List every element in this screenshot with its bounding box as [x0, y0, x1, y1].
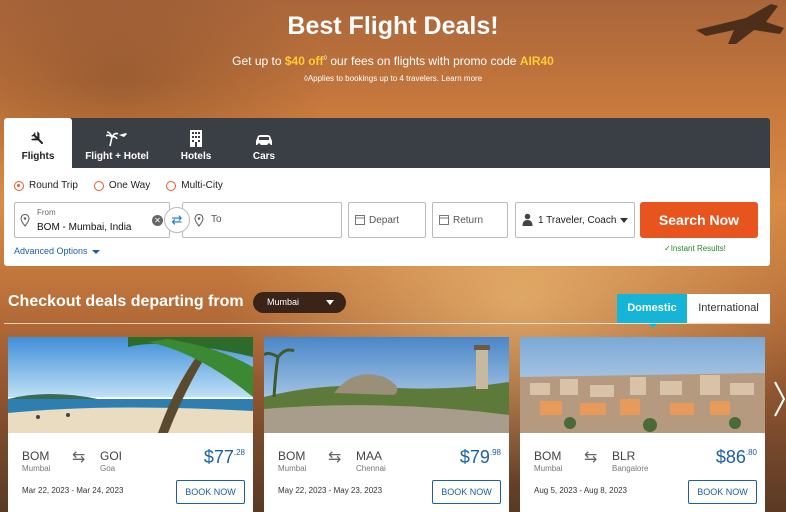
deal-card[interactable]: BOM Mumbai ⇆ GOI Goa $77.28 Mar 22, 2023…: [8, 337, 253, 512]
travelers-select[interactable]: 1 Traveler, Coach: [515, 202, 635, 238]
travel-dates: Aug 5, 2023 - Aug 8, 2023: [534, 486, 627, 495]
divider: [4, 323, 770, 324]
person-icon: [522, 213, 533, 226]
round-trip-arrows-icon: ⇆: [328, 449, 342, 466]
promo-code: AIR40: [519, 54, 554, 68]
location-pin-icon: [194, 214, 204, 227]
bangalore-city-photo: [520, 337, 765, 433]
origin-city: Mumbai: [22, 464, 51, 473]
from-field[interactable]: From BOM - Mumbai, India ✕: [14, 202, 170, 238]
tab-domestic[interactable]: Domestic: [617, 294, 687, 328]
hotel-icon: [190, 130, 202, 147]
destination-code: MAA: [356, 449, 383, 463]
origin-city: Mumbai: [278, 464, 307, 473]
destination-city: Chennai: [356, 464, 386, 473]
from-value: BOM - Mumbai, India: [37, 222, 132, 233]
hero-title: Best Flight Deals!: [287, 12, 499, 40]
book-now-button[interactable]: BOOK NOW: [688, 480, 757, 504]
calendar-icon: [355, 215, 365, 225]
origin-city: Mumbai: [534, 464, 563, 473]
trip-type-options: Round Trip One Way Multi-City: [14, 180, 223, 191]
tab-flights[interactable]: Flights: [4, 118, 72, 168]
tab-hotels[interactable]: Hotels: [162, 118, 230, 168]
clear-icon[interactable]: ✕: [152, 215, 163, 226]
deal-card[interactable]: BOM Mumbai ⇆ BLR Bangalore $86.80 Aug 5,…: [520, 337, 765, 512]
book-now-button[interactable]: BOOK NOW: [176, 480, 245, 504]
promo-amount: $40 off: [284, 54, 324, 68]
destination-code: BLR: [612, 449, 636, 463]
departure-city-select[interactable]: Mumbai: [253, 292, 346, 313]
book-now-button[interactable]: BOOK NOW: [432, 480, 501, 504]
promo-line: Get up to $40 off◊ our fees on flights w…: [232, 54, 554, 68]
advanced-options-toggle[interactable]: Advanced Options: [14, 246, 100, 256]
deal-card[interactable]: BOM Mumbai ⇆ MAA Chennai $79.98 May 22, …: [264, 337, 509, 512]
chevron-down-icon: [91, 249, 100, 254]
round-trip-arrows-icon: ⇆: [584, 449, 598, 466]
search-now-button[interactable]: Search Now: [640, 202, 758, 238]
destination-code: GOI: [100, 449, 123, 463]
destination-city: Bangalore: [612, 464, 649, 473]
plane-icon: [30, 131, 44, 145]
chevron-down-icon: [620, 218, 628, 223]
tab-cars[interactable]: Cars: [230, 118, 298, 168]
chennai-lighthouse-photo: [264, 337, 509, 433]
swap-airports-button[interactable]: ⇄: [164, 207, 190, 233]
car-icon: [256, 135, 272, 147]
deals-heading: Checkout deals departing from: [8, 293, 244, 310]
tab-flight-hotel[interactable]: Flight + Hotel: [72, 118, 162, 168]
location-pin-icon: [20, 214, 30, 227]
round-trip-arrows-icon: ⇆: [72, 449, 86, 466]
flight-search-widget: Flights Flight + Hotel Hotels Cars Round…: [4, 118, 770, 266]
origin-code: BOM: [22, 449, 50, 463]
product-tabs: Flights Flight + Hotel Hotels Cars: [4, 118, 770, 168]
depart-date-field[interactable]: Depart: [348, 202, 426, 238]
origin-code: BOM: [534, 449, 562, 463]
return-date-field[interactable]: Return: [432, 202, 508, 238]
tab-international[interactable]: International: [687, 294, 770, 323]
calendar-icon: [439, 215, 449, 225]
travel-dates: Mar 22, 2023 - Mar 24, 2023: [22, 486, 124, 495]
palm-icon: [106, 131, 127, 147]
deal-price: $77.28: [203, 447, 245, 467]
promo-disclaimer[interactable]: ◊Applies to bookings up to 4 travelers. …: [0, 74, 786, 83]
multi-city-radio[interactable]: Multi-City: [166, 180, 223, 191]
instant-results-note: ✓Instant Results!: [664, 244, 726, 253]
destination-city: Goa: [100, 464, 116, 473]
round-trip-radio[interactable]: Round Trip: [14, 180, 78, 191]
chevron-down-icon: [326, 300, 334, 305]
deal-price: $79.98: [459, 447, 501, 467]
travel-dates: May 22, 2023 - May 23, 2023: [278, 486, 383, 495]
chevron-right-icon[interactable]: [772, 380, 786, 418]
to-field[interactable]: To: [182, 202, 342, 238]
origin-code: BOM: [278, 449, 306, 463]
one-way-radio[interactable]: One Way: [93, 180, 150, 191]
deal-price: $86.80: [715, 447, 757, 467]
goa-beach-photo: [8, 337, 253, 433]
